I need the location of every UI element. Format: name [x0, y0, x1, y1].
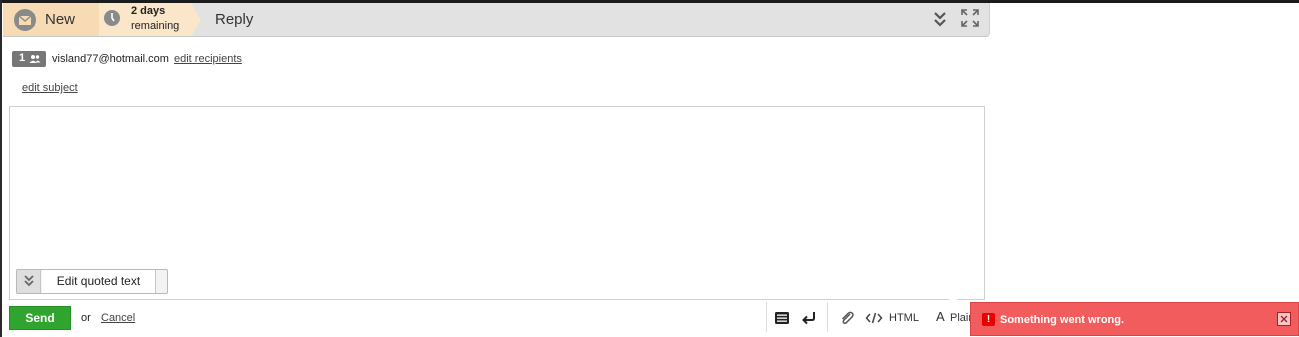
toolbar-divider	[766, 302, 767, 332]
days-remaining-label: remaining	[131, 20, 180, 32]
people-icon	[29, 55, 41, 63]
days-remaining-tab[interactable]: 2 days remaining	[99, 3, 191, 36]
cancel-link[interactable]: Cancel	[101, 312, 135, 324]
edit-quoted-text-button[interactable]: Edit quoted text	[16, 269, 168, 294]
edit-recipients-link[interactable]: edit recipients	[174, 53, 242, 65]
collapse-chevron-icon[interactable]	[933, 11, 947, 29]
clock-icon	[104, 10, 120, 26]
message-body-editor[interactable]: Edit quoted text	[9, 106, 985, 300]
double-chevron-down-icon	[24, 275, 34, 287]
error-icon: !	[982, 313, 995, 326]
paperclip-icon[interactable]	[838, 309, 856, 327]
error-message: Something went wrong.	[1000, 314, 1125, 326]
recipient-count: 1	[19, 52, 26, 64]
new-message-tab[interactable]: New	[3, 3, 99, 36]
compose-header: New 2 days remaining Reply	[3, 3, 990, 37]
edit-subject-link[interactable]: edit subject	[22, 82, 78, 94]
toolbar-divider	[827, 302, 828, 332]
error-toast: ! Something went wrong.	[970, 302, 1299, 336]
send-button[interactable]: Send	[9, 306, 71, 330]
or-label: or	[81, 312, 91, 324]
html-mode-label[interactable]: HTML	[889, 312, 919, 324]
edit-quoted-text-label: Edit quoted text	[42, 270, 156, 293]
toolbar-tooltip-pointer	[944, 296, 962, 304]
days-count: 2 days	[131, 5, 166, 17]
close-icon	[1280, 315, 1288, 323]
plain-text-icon[interactable]: A	[936, 309, 945, 324]
recipient-count-badge[interactable]: 1	[12, 51, 46, 67]
close-toast-button[interactable]	[1277, 312, 1291, 326]
fullscreen-icon[interactable]	[960, 8, 980, 28]
recipient-email: visland77@hotmail.com	[52, 53, 169, 65]
html-code-icon[interactable]	[865, 309, 883, 327]
quoted-text-toggle[interactable]	[17, 270, 41, 293]
new-label: New	[45, 11, 76, 28]
reply-arrow-icon[interactable]	[800, 309, 818, 327]
reply-title: Reply	[215, 11, 254, 28]
window-left-border	[0, 0, 2, 337]
envelope-badge-icon	[14, 9, 36, 31]
tab-chevron	[191, 3, 201, 37]
format-list-icon[interactable]	[773, 309, 791, 327]
